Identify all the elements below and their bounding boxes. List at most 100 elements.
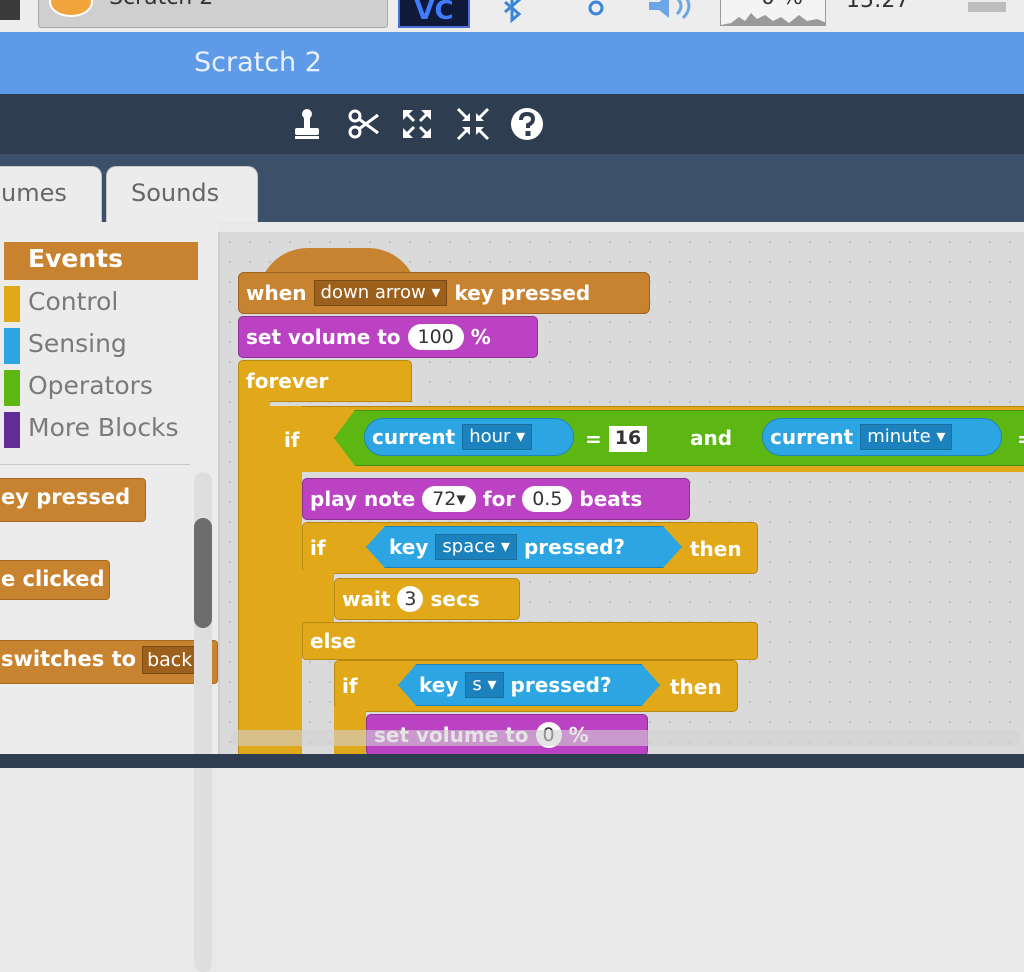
- taskbar-menu-handle[interactable]: [968, 2, 1006, 12]
- block-palette: Events Control Sensing Operators More Bl…: [0, 222, 218, 972]
- block-text: secs: [430, 587, 480, 611]
- clock[interactable]: 15:27: [846, 0, 909, 13]
- script-area-scrollbar[interactable]: [230, 730, 1020, 746]
- time-unit-value: minute: [867, 426, 931, 447]
- block-text: when: [246, 281, 307, 305]
- set-volume-block[interactable]: set volume to 100 %: [238, 316, 538, 358]
- palette-block-label: switches to: [1, 647, 137, 671]
- key-dropdown-value: s: [472, 674, 482, 695]
- block-text: play note: [310, 487, 416, 511]
- palette-block-sprite-clicked[interactable]: e clicked: [0, 560, 110, 600]
- palette-block-backdrop-switches[interactable]: switches to back: [0, 640, 218, 684]
- block-text: current: [770, 425, 854, 449]
- category-label: Sensing: [28, 329, 127, 358]
- block-text: if: [284, 428, 300, 452]
- key-dropdown[interactable]: space ▾: [435, 534, 517, 560]
- block-text: then: [690, 537, 742, 561]
- scratch-cat-icon: [49, 0, 93, 17]
- block-text: if: [310, 536, 326, 560]
- vnc-icon[interactable]: VC: [398, 0, 470, 28]
- window-title: Scratch 2: [194, 47, 322, 78]
- window-bottom-edge: [0, 754, 1024, 768]
- block-text: else: [310, 629, 356, 653]
- wait-input[interactable]: 3: [397, 586, 424, 612]
- category-label: Events: [28, 244, 123, 273]
- note-input[interactable]: 72▾: [422, 486, 476, 512]
- category-label: Control: [28, 287, 119, 316]
- network-icon[interactable]: [583, 0, 609, 22]
- bluetooth-icon[interactable]: [497, 0, 527, 24]
- key-dropdown-value: space: [442, 536, 496, 557]
- hour-value-input[interactable]: 16: [608, 426, 648, 452]
- palette-divider: [0, 464, 190, 465]
- block-text: beats: [579, 487, 643, 511]
- taskbar: Scratch 2 VC 0 % 15:27: [0, 0, 1024, 32]
- if-block-outer-arm: [270, 406, 302, 756]
- key-dropdown[interactable]: s ▾: [465, 672, 504, 698]
- current-hour-reporter[interactable]: current hour ▾: [364, 418, 574, 456]
- taskbar-task-label: Scratch 2: [109, 0, 213, 10]
- block-text: then: [670, 675, 722, 699]
- grow-icon[interactable]: [400, 107, 434, 141]
- key-dropdown[interactable]: down arrow ▾: [313, 280, 448, 306]
- palette-block-label: e clicked: [1, 567, 105, 591]
- vnc-label: VC: [414, 0, 454, 26]
- category-swatch: [4, 286, 20, 322]
- help-icon[interactable]: [510, 107, 544, 141]
- key-dropdown-value: down arrow: [320, 282, 426, 303]
- note-value: 72: [432, 488, 457, 510]
- toolbar: [0, 94, 1024, 154]
- block-text: pressed?: [523, 535, 625, 559]
- category-sensing[interactable]: Sensing: [4, 326, 198, 364]
- block-text: =: [585, 427, 602, 451]
- palette-scrollbar-thumb[interactable]: [194, 518, 212, 628]
- cpu-monitor[interactable]: 0 %: [720, 0, 826, 26]
- block-text: set volume to: [246, 325, 401, 349]
- block-text: if: [342, 674, 358, 698]
- equals-operator[interactable]: =: [1010, 426, 1024, 452]
- block-text: wait: [342, 587, 391, 611]
- wait-block[interactable]: wait 3 secs: [334, 578, 520, 620]
- beats-input[interactable]: 0.5: [522, 486, 573, 512]
- category-control[interactable]: Control: [4, 284, 198, 322]
- block-text: =: [1010, 427, 1024, 451]
- category-swatch: [4, 328, 20, 364]
- editor-tab-strip: umes Sounds: [0, 154, 1024, 222]
- duplicate-stamp-icon[interactable]: [290, 107, 324, 141]
- block-text: and: [690, 426, 733, 450]
- block-text: forever: [246, 369, 329, 393]
- block-text: for: [482, 487, 516, 511]
- time-unit-dropdown[interactable]: minute ▾: [860, 424, 953, 450]
- category-label: Operators: [28, 371, 153, 400]
- category-operators[interactable]: Operators: [4, 368, 198, 406]
- block-text: key: [389, 535, 429, 559]
- current-minute-reporter[interactable]: current minute ▾: [762, 418, 1002, 456]
- when-key-pressed-block[interactable]: when down arrow ▾ key pressed: [238, 272, 650, 314]
- cut-scissors-icon[interactable]: [346, 107, 380, 141]
- volume-input[interactable]: 100: [407, 324, 464, 350]
- time-unit-dropdown[interactable]: hour ▾: [462, 424, 533, 450]
- backdrop-dropdown[interactable]: back: [142, 646, 198, 674]
- category-events[interactable]: Events: [4, 242, 198, 280]
- time-unit-value: hour: [469, 426, 511, 447]
- block-text: key: [419, 673, 459, 697]
- taskbar-task-scratch[interactable]: Scratch 2: [38, 0, 388, 28]
- equals-operator[interactable]: = 16: [578, 426, 678, 452]
- block-text: pressed?: [510, 673, 612, 697]
- category-more-blocks[interactable]: More Blocks: [4, 410, 198, 448]
- block-text: %: [470, 325, 491, 349]
- category-swatch: [4, 412, 20, 448]
- tab-costumes[interactable]: umes: [0, 166, 102, 222]
- shrink-icon[interactable]: [456, 107, 490, 141]
- play-note-block[interactable]: play note 72▾ for 0.5 beats: [302, 478, 690, 520]
- key-pressed-sensing-block[interactable]: key s ▾ pressed?: [398, 664, 660, 706]
- palette-block-key-pressed[interactable]: ey pressed: [0, 478, 146, 522]
- key-pressed-sensing-block[interactable]: key space ▾ pressed?: [366, 526, 682, 568]
- else-label-bar[interactable]: else: [302, 622, 758, 660]
- category-swatch: [4, 370, 20, 406]
- block-text: key pressed: [454, 281, 591, 305]
- window-titlebar: Scratch 2: [0, 32, 1024, 94]
- cpu-label: 0 %: [761, 0, 803, 10]
- volume-icon[interactable]: [645, 0, 705, 22]
- tab-sounds[interactable]: Sounds: [106, 166, 258, 222]
